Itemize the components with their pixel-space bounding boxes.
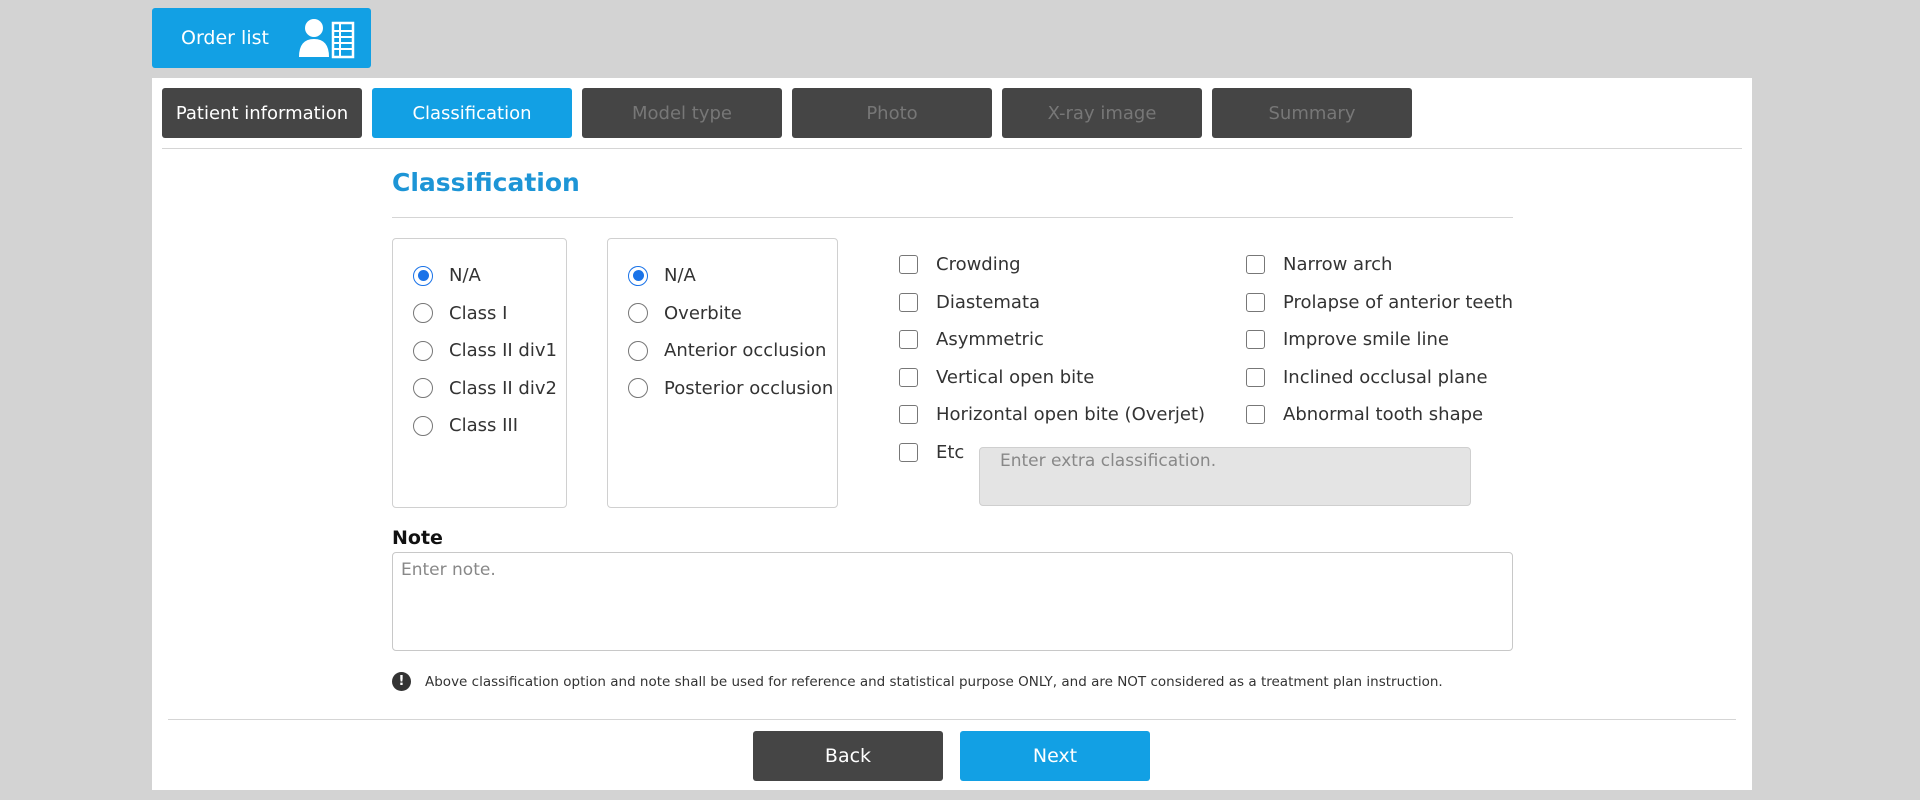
findings-right-column: Narrow arch Prolapse of anterior teeth I…	[1246, 246, 1513, 434]
classification-panel: Patient information Classification Model…	[152, 78, 1752, 790]
checkbox-diastemata[interactable]: Diastemata	[899, 284, 1205, 322]
checkbox-abnormal-tooth-shape[interactable]: Abnormal tooth shape	[1246, 396, 1513, 434]
occlusion-option-na[interactable]: N/A	[628, 257, 837, 295]
radio-button[interactable]	[413, 303, 433, 324]
checkbox-label: Abnormal tooth shape	[1283, 404, 1484, 426]
occlusion-option-overbite[interactable]: Overbite	[628, 295, 837, 333]
order-list-button[interactable]: Order list	[152, 8, 371, 68]
checkbox-label: Vertical open bite	[936, 366, 1095, 388]
option-label: Class I	[449, 302, 508, 324]
tab-patient-information[interactable]: Patient information	[162, 88, 362, 138]
option-label: Class II div2	[449, 377, 557, 399]
extra-classification-input[interactable]	[979, 447, 1471, 506]
radio-button[interactable]	[413, 415, 433, 436]
checkbox-crowding[interactable]: Crowding	[899, 246, 1205, 284]
checkbox[interactable]	[1246, 330, 1265, 350]
checkbox[interactable]	[1246, 367, 1265, 387]
title-divider	[392, 217, 1513, 218]
checkbox-label: Asymmetric	[936, 329, 1044, 351]
checkbox[interactable]	[899, 292, 918, 312]
checkbox-improve-smile-line[interactable]: Improve smile line	[1246, 321, 1513, 359]
footer-divider	[168, 719, 1736, 720]
user-list-icon	[298, 19, 355, 59]
occlusion-group: N/A Overbite Anterior occlusion Posterio…	[607, 238, 838, 508]
tab-divider	[162, 148, 1742, 149]
radio-button[interactable]	[628, 303, 648, 324]
tab-photo[interactable]: Photo	[792, 88, 992, 138]
checkbox-label: Prolapse of anterior teeth	[1283, 291, 1514, 313]
checkbox[interactable]	[899, 367, 918, 387]
tab-summary[interactable]: Summary	[1212, 88, 1412, 138]
class-option-na[interactable]: N/A	[413, 257, 566, 295]
occlusion-option-posterior[interactable]: Posterior occlusion	[628, 370, 837, 408]
occlusion-option-anterior[interactable]: Anterior occlusion	[628, 332, 837, 370]
option-label: Overbite	[664, 302, 742, 324]
note-input[interactable]	[392, 552, 1513, 651]
note-label: Note	[392, 527, 443, 549]
option-label: Anterior occlusion	[664, 340, 827, 362]
tab-classification[interactable]: Classification	[372, 88, 572, 138]
disclaimer-text: Above classification option and note sha…	[425, 673, 1443, 690]
findings-left-column: Crowding Diastemata Asymmetric Vertical …	[899, 246, 1205, 471]
checkbox-vertical-open-bite[interactable]: Vertical open bite	[899, 359, 1205, 397]
checkbox-label: Etc	[936, 441, 965, 463]
class-option-class-i[interactable]: Class I	[413, 295, 566, 333]
option-label: Class III	[449, 415, 519, 437]
checkbox-prolapse-anterior-teeth[interactable]: Prolapse of anterior teeth	[1246, 284, 1513, 322]
checkbox[interactable]	[899, 255, 918, 275]
radio-button[interactable]	[628, 340, 648, 361]
checkbox[interactable]	[899, 330, 918, 350]
checkbox[interactable]	[899, 442, 918, 462]
step-tabs: Patient information Classification Model…	[162, 88, 1412, 138]
tab-x-ray-image[interactable]: X-ray image	[1002, 88, 1202, 138]
checkbox-label: Diastemata	[936, 291, 1041, 313]
checkbox-asymmetric[interactable]: Asymmetric	[899, 321, 1205, 359]
radio-button[interactable]	[413, 265, 433, 286]
molar-class-group: N/A Class I Class II div1 Class II div2 …	[392, 238, 567, 508]
option-label: Class II div1	[449, 340, 557, 362]
option-label: Posterior occlusion	[664, 377, 834, 399]
section-title: Classification	[392, 168, 580, 197]
radio-button[interactable]	[628, 265, 648, 286]
exclamation-icon: !	[392, 672, 411, 691]
checkbox[interactable]	[1246, 292, 1265, 312]
radio-button[interactable]	[413, 340, 433, 361]
checkbox[interactable]	[899, 405, 918, 425]
radio-button[interactable]	[413, 378, 433, 399]
checkbox-label: Crowding	[936, 254, 1021, 276]
disclaimer-notice: ! Above classification option and note s…	[392, 672, 1443, 691]
class-option-class-iii[interactable]: Class III	[413, 407, 566, 445]
checkbox[interactable]	[1246, 405, 1265, 425]
checkbox-label: Inclined occlusal plane	[1283, 366, 1488, 388]
option-label: N/A	[664, 265, 696, 287]
tab-model-type[interactable]: Model type	[582, 88, 782, 138]
checkbox-label: Horizontal open bite (Overjet)	[936, 404, 1206, 426]
order-list-label: Order list	[181, 27, 269, 49]
checkbox-label: Improve smile line	[1283, 329, 1449, 351]
checkbox-label: Narrow arch	[1283, 254, 1393, 276]
radio-button[interactable]	[628, 378, 648, 399]
checkbox-horizontal-open-bite[interactable]: Horizontal open bite (Overjet)	[899, 396, 1205, 434]
checkbox[interactable]	[1246, 255, 1265, 275]
back-button[interactable]: Back	[753, 731, 943, 781]
next-button[interactable]: Next	[960, 731, 1150, 781]
checkbox-narrow-arch[interactable]: Narrow arch	[1246, 246, 1513, 284]
class-option-class-ii-div2[interactable]: Class II div2	[413, 370, 566, 408]
checkbox-inclined-occlusal-plane[interactable]: Inclined occlusal plane	[1246, 359, 1513, 397]
option-label: N/A	[449, 265, 481, 287]
class-option-class-ii-div1[interactable]: Class II div1	[413, 332, 566, 370]
